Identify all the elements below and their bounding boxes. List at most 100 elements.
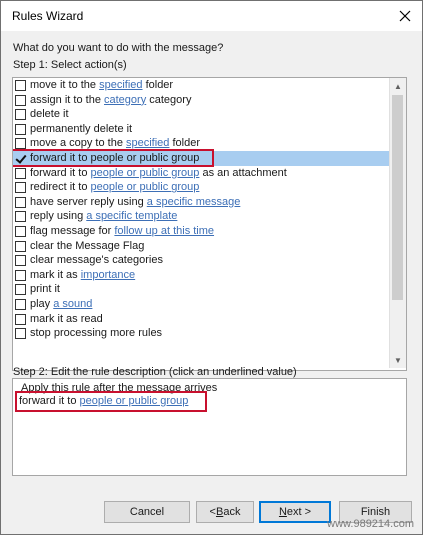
- action-label: redirect it to people or public group: [30, 181, 199, 193]
- back-accelerator: B: [215, 506, 224, 518]
- checkbox-checked[interactable]: [15, 153, 26, 164]
- action-value-link[interactable]: a specific template: [86, 210, 177, 222]
- checkbox[interactable]: [15, 225, 26, 237]
- chevron-up-icon: ▲: [394, 81, 402, 91]
- action-label: stop processing more rules: [30, 327, 162, 339]
- action-text-suffix: category: [146, 93, 192, 106]
- description-line-1: Apply this rule after the message arrive…: [21, 382, 218, 394]
- action-label: flag message for follow up at this time: [30, 225, 214, 237]
- action-text: move a copy to the: [30, 137, 126, 150]
- action-value-link[interactable]: follow up at this time: [114, 225, 214, 237]
- action-value-link[interactable]: a specific message: [147, 196, 241, 208]
- action-text: print it: [30, 283, 60, 296]
- action-text: flag message for: [30, 224, 115, 237]
- chevron-down-icon: ▼: [394, 355, 402, 365]
- action-text: clear the Message Flag: [30, 239, 145, 252]
- scroll-down-button[interactable]: ▼: [390, 352, 406, 368]
- actions-list: move it to the specified folder assign it…: [13, 78, 389, 368]
- action-text: redirect it to: [30, 181, 91, 194]
- action-item[interactable]: redirect it to people or public group: [13, 180, 389, 195]
- action-text-suffix: as an attachment: [199, 166, 287, 179]
- action-text: move it to the: [30, 79, 100, 91]
- checkbox[interactable]: [15, 255, 26, 267]
- action-value-link[interactable]: category: [104, 94, 146, 106]
- actions-scrollbar[interactable]: ▲ ▼: [389, 78, 406, 368]
- action-item[interactable]: reply using a specific template: [13, 209, 389, 224]
- watermark: www.989214.com: [327, 518, 414, 530]
- action-item[interactable]: mark it as importance: [13, 268, 389, 283]
- action-value-link[interactable]: people or public group: [91, 181, 200, 193]
- action-text: assign it to the: [30, 93, 104, 106]
- action-label: delete it: [30, 108, 69, 120]
- action-label: forward it to people or public group as …: [30, 167, 287, 179]
- action-item[interactable]: play a sound: [13, 297, 389, 312]
- next-accelerator: N: [278, 506, 287, 518]
- people-or-public-group-link[interactable]: people or public group: [80, 395, 189, 407]
- action-item[interactable]: permanently delete it: [13, 122, 389, 137]
- action-text: clear message's categories: [30, 254, 163, 267]
- checkbox[interactable]: [15, 240, 26, 252]
- checkbox[interactable]: [15, 94, 26, 106]
- checkbox[interactable]: [15, 123, 26, 135]
- action-value-link[interactable]: specified: [99, 79, 142, 91]
- checkbox[interactable]: [15, 269, 26, 281]
- action-item[interactable]: forward it to people or public group: [13, 150, 389, 166]
- action-item[interactable]: stop processing more rules: [13, 326, 389, 341]
- rule-description-box[interactable]: Apply this rule after the message arrive…: [12, 378, 407, 476]
- action-item[interactable]: move it to the specified folder: [13, 78, 389, 93]
- actions-listbox[interactable]: move it to the specified folder assign it…: [12, 77, 407, 371]
- checkbox[interactable]: [15, 109, 26, 121]
- action-item[interactable]: mark it as read: [13, 312, 389, 327]
- action-text: permanently delete it: [30, 122, 133, 135]
- back-button[interactable]: < Back: [196, 501, 254, 523]
- action-label: mark it as importance: [30, 269, 135, 281]
- action-value-link[interactable]: people or public group: [91, 167, 200, 179]
- action-value-link[interactable]: importance: [81, 269, 135, 281]
- action-value-link[interactable]: a sound: [53, 298, 92, 310]
- step2-label: Step 2: Edit the rule description (click…: [13, 366, 297, 378]
- checkbox[interactable]: [15, 313, 26, 325]
- checkbox[interactable]: [15, 196, 26, 208]
- action-label: mark it as read: [30, 313, 103, 325]
- action-item[interactable]: clear the Message Flag: [13, 239, 389, 254]
- checkbox[interactable]: [15, 284, 26, 296]
- scroll-up-button[interactable]: ▲: [390, 78, 406, 94]
- action-text: mark it as: [30, 268, 81, 281]
- close-icon: [399, 10, 411, 22]
- action-item[interactable]: print it: [13, 282, 389, 297]
- action-label: have server reply using a specific messa…: [30, 196, 240, 208]
- action-label: reply using a specific template: [30, 210, 177, 222]
- action-text: mark it as read: [30, 312, 103, 325]
- action-item[interactable]: clear message's categories: [13, 253, 389, 268]
- description-line-2: forward it to people or public group: [19, 395, 188, 407]
- checkbox[interactable]: [15, 80, 26, 91]
- action-item[interactable]: assign it to the category category: [13, 93, 389, 108]
- action-text: reply using: [30, 210, 87, 223]
- action-text: forward it to: [30, 166, 91, 179]
- question-label: What do you want to do with the message?: [13, 42, 224, 54]
- checkbox[interactable]: [15, 167, 26, 179]
- next-suffix: ext >: [286, 506, 312, 518]
- checkbox[interactable]: [15, 182, 26, 194]
- action-item[interactable]: move a copy to the specified folder: [13, 136, 389, 151]
- scroll-thumb[interactable]: [392, 95, 403, 300]
- checkbox[interactable]: [15, 328, 26, 340]
- action-item[interactable]: delete it: [13, 107, 389, 122]
- checkbox[interactable]: [15, 298, 26, 310]
- action-label: move a copy to the specified folder: [30, 137, 200, 149]
- action-item[interactable]: flag message for follow up at this time: [13, 224, 389, 239]
- close-button[interactable]: [394, 5, 416, 27]
- action-text-suffix: folder: [169, 137, 200, 150]
- description-line-2-text: forward it to: [19, 395, 80, 407]
- checkbox[interactable]: [15, 138, 26, 150]
- action-label: move it to the specified folder: [30, 79, 173, 91]
- next-button[interactable]: Next >: [259, 501, 331, 523]
- action-label: play a sound: [30, 298, 92, 310]
- cancel-button[interactable]: Cancel: [104, 501, 190, 523]
- action-label: clear the Message Flag: [30, 240, 144, 252]
- checkbox[interactable]: [15, 211, 26, 223]
- action-value-link[interactable]: specified: [126, 137, 169, 149]
- action-item[interactable]: forward it to people or public group as …: [13, 166, 389, 181]
- action-text: play: [30, 297, 54, 310]
- action-item[interactable]: have server reply using a specific messa…: [13, 195, 389, 210]
